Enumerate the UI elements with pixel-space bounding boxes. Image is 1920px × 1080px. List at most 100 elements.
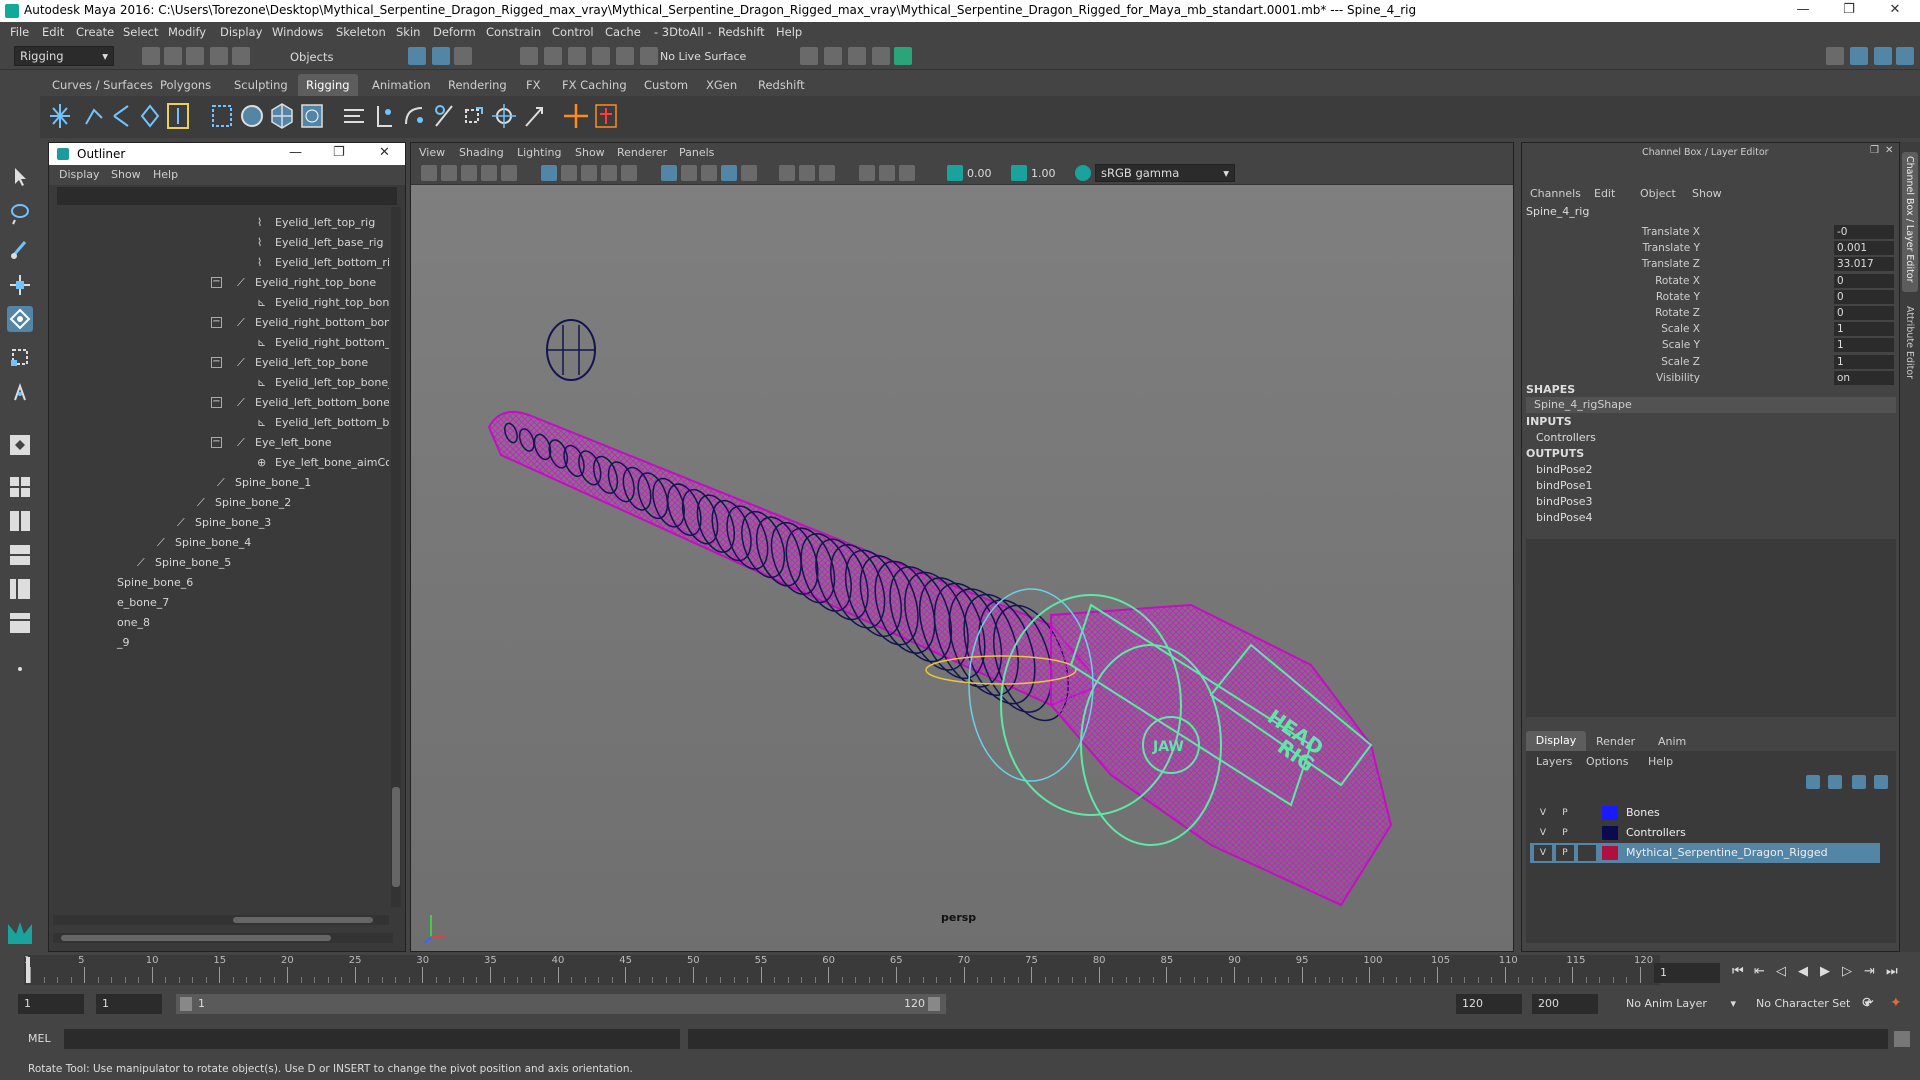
attribute-label[interactable]: Translate X (1520, 226, 1700, 238)
attribute-label[interactable]: Scale X (1520, 323, 1700, 335)
float-panel-icon[interactable]: ❐ (1870, 145, 1879, 156)
attribute-label[interactable]: Rotate Y (1520, 291, 1700, 303)
viewport-3d-canvas[interactable]: HEAD RIG JAW persp (411, 185, 1513, 951)
step-forward-key-icon[interactable]: ⇥ (1864, 964, 1875, 979)
attribute-label[interactable]: Visibility (1520, 372, 1700, 384)
snap-view-icon[interactable] (592, 47, 610, 65)
rotate-tool-button[interactable] (7, 306, 33, 332)
bind-skin-icon[interactable] (208, 100, 236, 132)
play-forward-icon[interactable]: ▶ (1820, 964, 1830, 979)
outliner-item[interactable]: ⟋ Spine_bone_5 (137, 553, 231, 573)
wrap-icon[interactable] (298, 100, 326, 132)
outliner-menu-display[interactable]: Display (59, 168, 100, 181)
outliner-item[interactable]: ⟋ Spine_bone_4 (157, 533, 251, 553)
select-camera-icon[interactable] (421, 165, 437, 181)
layer-tab-render[interactable]: Render (1596, 735, 1635, 748)
outliner-item[interactable]: e_bone_7 (117, 593, 169, 613)
output-item[interactable]: bindPose2 (1536, 463, 1592, 476)
attribute-editor-side-tab[interactable]: Attribute Editor (1902, 302, 1918, 392)
attribute-value-field[interactable]: 1 (1834, 338, 1894, 353)
collapse-toggle-icon[interactable]: − (211, 277, 222, 288)
attribute-value-field[interactable]: 0 (1834, 289, 1894, 304)
output-item[interactable]: bindPose1 (1536, 479, 1592, 492)
playback-end-field[interactable]: 120 (1456, 994, 1522, 1014)
layer-color-swatch[interactable] (1602, 806, 1618, 820)
gate-mask-icon[interactable] (601, 165, 617, 181)
menu-display[interactable]: Display (220, 25, 262, 39)
viewport-menu-panels[interactable]: Panels (679, 146, 714, 159)
redo-icon[interactable] (232, 47, 250, 65)
command-input[interactable] (64, 1029, 680, 1049)
outliner-item[interactable]: one_8 (117, 613, 150, 633)
menu-cache[interactable]: Cache (605, 25, 641, 39)
outliner-item[interactable]: − ⟋ Eyelid_right_bottom_bone (211, 313, 389, 333)
viewport-menu-shading[interactable]: Shading (459, 146, 504, 159)
save-scene-icon[interactable] (186, 47, 204, 65)
script-language-label[interactable]: MEL (28, 1032, 51, 1045)
live-surface-label[interactable]: No Live Surface (660, 50, 746, 63)
attribute-value-field[interactable]: on (1834, 370, 1894, 385)
use-default-material-icon[interactable] (741, 165, 757, 181)
shelf-tab-xgen[interactable]: XGen (698, 74, 745, 96)
start-time-field[interactable]: 1 (18, 994, 84, 1014)
outliner-horizontal-scrollbar[interactable] (53, 915, 389, 925)
outliner-bottom-scroll-thumb[interactable] (61, 935, 331, 941)
attribute-label[interactable]: Translate Y (1520, 242, 1700, 254)
viewport-menu-show[interactable]: Show (575, 146, 605, 159)
shelf-tab-curves-surfaces[interactable]: Curves / Surfaces (44, 74, 161, 96)
layers-menu[interactable]: Layers (1536, 755, 1572, 768)
layer-playback-toggle[interactable]: P (1556, 805, 1574, 821)
side-by-side-layout-icon[interactable] (7, 508, 33, 534)
layer-visibility-toggle[interactable]: V (1534, 845, 1552, 861)
wireframe-on-shaded-icon[interactable] (701, 165, 717, 181)
input-item[interactable]: Controllers (1536, 431, 1596, 444)
menu-windows[interactable]: Windows (272, 25, 323, 39)
lasso-tool-icon[interactable] (7, 200, 33, 226)
menu-select[interactable]: Select (123, 25, 158, 39)
outliner-item[interactable]: ⌇ Eyelid_left_bottom_rig (257, 253, 389, 273)
attribute-value-field[interactable]: 0 (1834, 306, 1894, 320)
outliner-item[interactable]: − ⟋ Eyelid_left_bottom_bone (211, 393, 389, 413)
attribute-value-field[interactable]: -0 (1834, 225, 1894, 239)
smooth-shade-icon[interactable] (681, 165, 697, 181)
resolution-gate-icon[interactable] (581, 165, 597, 181)
channel-box-side-tab[interactable]: Channel Box / Layer Editor (1902, 152, 1918, 292)
workspace-icon-1[interactable] (1826, 47, 1844, 65)
outliner-close-button[interactable]: ✕ (379, 145, 390, 160)
shape-row[interactable]: Spine_4_rigShape (1526, 397, 1896, 413)
gamma-value[interactable]: 1.00 (1031, 167, 1056, 180)
outliner-item[interactable]: ⊕ Eye_left_bone_aimConstraint1 (257, 453, 389, 473)
motion-blur-icon[interactable] (819, 165, 835, 181)
film-gate-icon[interactable] (561, 165, 577, 181)
layer-playback-toggle[interactable]: P (1556, 845, 1574, 861)
outliner-item[interactable]: ⌇ Eyelid_left_top_rig (257, 213, 375, 233)
shadows-icon[interactable] (779, 165, 795, 181)
move-layer-up-icon[interactable] (1806, 775, 1820, 789)
snap-surface-icon[interactable] (616, 47, 634, 65)
open-scene-icon[interactable] (164, 47, 182, 65)
outliner-item[interactable]: − ⟋ Eyelid_right_top_bone (211, 273, 376, 293)
ik-spline-icon[interactable] (108, 100, 136, 132)
attribute-value-field[interactable]: 1 (1834, 354, 1894, 369)
snap-curve-icon[interactable] (544, 47, 562, 65)
collapse-toggle-icon[interactable]: − (211, 317, 222, 328)
workspace-icon-2[interactable] (1850, 47, 1868, 65)
menu-help[interactable]: Help (776, 25, 802, 39)
scale-tool-icon[interactable] (7, 344, 33, 370)
outliner-item[interactable]: ⟋ Spine_bone_3 (177, 513, 271, 533)
move-tool-icon[interactable] (7, 272, 33, 298)
render-frame-icon[interactable] (824, 47, 842, 65)
menu-skin[interactable]: Skin (396, 25, 420, 39)
range-left-handle[interactable] (180, 997, 192, 1011)
render-view-icon[interactable] (800, 47, 818, 65)
time-slider[interactable]: 1510152025303540455055606570758085909510… (24, 955, 1660, 985)
blend-shape-icon[interactable] (340, 100, 368, 132)
animation-preferences-icon[interactable]: ✦ (1890, 995, 1902, 1011)
select-tool-icon[interactable] (7, 164, 33, 190)
character-set-dropdown[interactable]: No Character Set ▾ (1748, 994, 1870, 1014)
workspace-icon-3[interactable] (1874, 47, 1892, 65)
point-constraint-icon[interactable] (370, 100, 398, 132)
joint-tool-icon[interactable] (46, 100, 74, 132)
close-panel-icon[interactable]: ✕ (1885, 145, 1893, 156)
step-forward-frame-icon[interactable]: ▷ (1842, 964, 1852, 979)
